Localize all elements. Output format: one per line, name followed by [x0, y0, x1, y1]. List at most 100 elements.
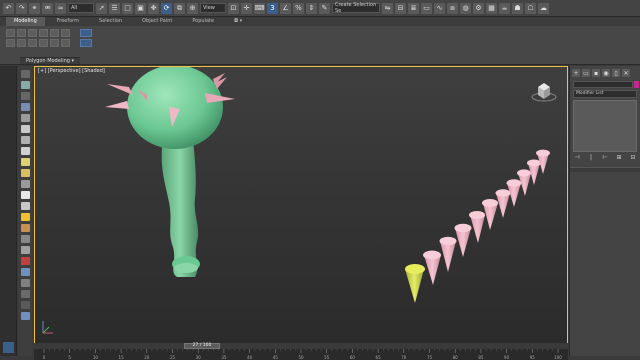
ribbon-large-button[interactable]: [80, 29, 92, 37]
ribbon-large-button[interactable]: [80, 39, 92, 47]
percent-snap-icon[interactable]: %: [293, 2, 304, 14]
pivot-center-icon[interactable]: ⊡: [228, 2, 239, 14]
select-move-icon[interactable]: ✥: [148, 2, 159, 14]
geometry-filter-icon[interactable]: [20, 114, 30, 122]
angle-snap-icon[interactable]: ∠: [280, 2, 291, 14]
pin-icon[interactable]: [20, 312, 30, 320]
containers-filter-icon[interactable]: [20, 235, 30, 243]
ribbon-tool-button[interactable]: [39, 29, 48, 37]
ribbon-tool-button[interactable]: [50, 29, 59, 37]
ribbon-tool-button[interactable]: [6, 39, 15, 47]
named-selection-sets-field[interactable]: Create Selection Se: [332, 2, 380, 14]
select-scale-icon[interactable]: ⧉: [174, 2, 185, 14]
manipulate-icon[interactable]: ✛: [241, 2, 252, 14]
ribbon-tool-button[interactable]: [6, 29, 15, 37]
align-icon[interactable]: ⊟: [395, 2, 406, 14]
polygon-modeling-panel-label[interactable]: Polygon Modeling ▾: [20, 57, 80, 64]
configure-sets-icon[interactable]: ⊟: [629, 154, 637, 161]
ribbon-tool-button[interactable]: [17, 39, 26, 47]
rendered-frame-window-icon[interactable]: ▦: [486, 2, 497, 14]
ribbon-tab-populate[interactable]: Populate: [184, 17, 222, 26]
mirror-icon[interactable]: ⇋: [382, 2, 393, 14]
cone[interactable]: [469, 211, 485, 243]
workspace-button[interactable]: [3, 342, 14, 353]
hidden-filter-icon[interactable]: [20, 268, 30, 276]
object-color-swatch[interactable]: [634, 81, 639, 88]
ribbon-tool-button[interactable]: [61, 29, 70, 37]
material-editor-icon[interactable]: ◍: [460, 2, 471, 14]
ribbon-tab-freeform[interactable]: Freeform: [49, 17, 87, 26]
reference-coordinate-dropdown[interactable]: View: [200, 3, 226, 13]
track-bar[interactable]: 0 5 10 15 20 25 30 35 40 45 50 55 60 65 70 75 80 85 90 95 10…: [34, 349, 568, 360]
lights-filter-icon[interactable]: [20, 136, 30, 144]
modifier-stack[interactable]: [573, 100, 637, 152]
toggle-ribbon-icon[interactable]: ▭: [421, 2, 432, 14]
schematic-view-icon[interactable]: ⧈: [447, 2, 458, 14]
ribbon-tab-selection[interactable]: Selection: [91, 17, 130, 26]
undo-icon[interactable]: ↶: [3, 2, 14, 14]
bones-filter-icon[interactable]: [20, 202, 30, 210]
display-tab-icon[interactable]: ▯: [612, 69, 620, 77]
motion-tab-icon[interactable]: ◉: [602, 69, 610, 77]
select-by-name-icon[interactable]: ☰: [109, 2, 120, 14]
make-unique-icon[interactable]: ⊢: [601, 154, 609, 161]
select-rotate-icon[interactable]: ⟳: [161, 2, 172, 14]
render-setup-icon[interactable]: ⚙: [473, 2, 484, 14]
spike-cones-group[interactable]: [405, 149, 550, 303]
ribbon-tool-button[interactable]: [39, 39, 48, 47]
remove-modifier-icon[interactable]: ⊞: [615, 154, 623, 161]
create-tab-icon[interactable]: +: [572, 69, 580, 77]
freeze-filter-icon[interactable]: [20, 257, 30, 265]
helpers-filter-icon[interactable]: [20, 158, 30, 166]
select-place-icon[interactable]: ⊕: [187, 2, 198, 14]
window-crossing-icon[interactable]: ▣: [135, 2, 146, 14]
perspective-viewport[interactable]: [+] [Perspective] [Shaded]: [34, 66, 568, 344]
layer-explorer-icon[interactable]: ≣: [408, 2, 419, 14]
rectangle-selection-icon[interactable]: □: [122, 2, 133, 14]
display-invert-icon[interactable]: [20, 92, 30, 100]
display-all-icon[interactable]: [20, 81, 30, 89]
spacewarps-filter-icon[interactable]: [20, 169, 30, 177]
viewcube[interactable]: [531, 83, 557, 102]
pin-stack-icon[interactable]: ⊣: [573, 154, 581, 161]
cone[interactable]: [454, 223, 472, 257]
display-none-icon[interactable]: [20, 70, 30, 78]
bind-spacewarp-icon[interactable]: ≈: [55, 2, 66, 14]
redo-icon[interactable]: ↷: [16, 2, 27, 14]
sun-filter-icon[interactable]: [20, 213, 30, 221]
ribbon-tool-button[interactable]: [50, 39, 59, 47]
hierarchy-icon[interactable]: [20, 246, 30, 254]
ribbon-options-icon[interactable]: ◘ ▾: [226, 17, 250, 26]
mace-object[interactable]: [105, 67, 235, 277]
render-online-icon[interactable]: ☁: [538, 2, 549, 14]
ribbon-tool-button[interactable]: [17, 29, 26, 37]
options-icon[interactable]: [20, 301, 30, 309]
selection-filter-dropdown[interactable]: All: [68, 3, 94, 13]
list-icon[interactable]: [20, 103, 30, 111]
render-activeshade-icon[interactable]: ☖: [525, 2, 536, 14]
layer-icon[interactable]: [20, 279, 30, 287]
ribbon-tab-modeling[interactable]: Modeling: [6, 17, 45, 26]
render-production-icon[interactable]: ☕: [499, 2, 510, 14]
spinner-snap-icon[interactable]: ⇕: [306, 2, 317, 14]
modify-tab-icon[interactable]: ▭: [582, 69, 590, 77]
hierarchy-tab-icon[interactable]: ▪: [592, 69, 600, 77]
render-iterative-icon[interactable]: ☗: [512, 2, 523, 14]
cone[interactable]: [423, 250, 441, 286]
shapes-filter-icon[interactable]: [20, 125, 30, 133]
keyboard-shortcut-icon[interactable]: ⌨: [254, 2, 265, 14]
ribbon-tool-button[interactable]: [28, 39, 37, 47]
xrefs-filter-icon[interactable]: [20, 191, 30, 199]
particles-filter-icon[interactable]: [20, 224, 30, 232]
select-object-icon[interactable]: ➚: [96, 2, 107, 14]
ribbon-tool-button[interactable]: [28, 29, 37, 37]
link-icon[interactable]: ⚭: [29, 2, 40, 14]
cone-selected[interactable]: [405, 264, 425, 303]
sort-icon[interactable]: [20, 290, 30, 298]
snaps-toggle-icon[interactable]: 3: [267, 2, 278, 14]
modifier-list-dropdown[interactable]: Modifier List: [573, 90, 637, 98]
cameras-filter-icon[interactable]: [20, 147, 30, 155]
object-name-field[interactable]: [573, 81, 633, 88]
utilities-tab-icon[interactable]: ✕: [622, 69, 630, 77]
ribbon-tab-object-paint[interactable]: Object Paint: [134, 17, 180, 26]
